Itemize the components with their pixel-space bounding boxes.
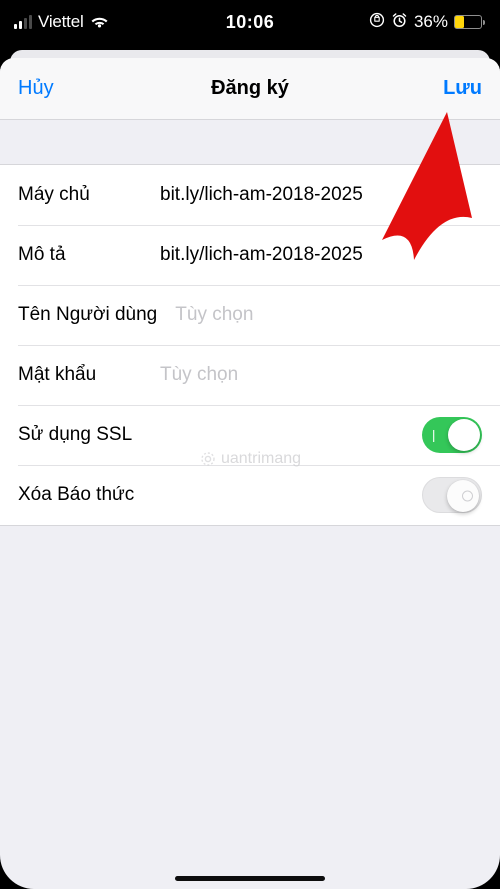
orientation-lock-icon [369, 12, 385, 33]
alarm-icon [391, 12, 408, 33]
section-gap [0, 120, 500, 164]
cancel-button[interactable]: Hủy [18, 77, 78, 100]
label-server: Máy chủ [18, 184, 160, 206]
wifi-icon [90, 15, 109, 29]
row-remove-alarms: Xóa Báo thức [0, 465, 500, 525]
row-username: Tên Người dùng [0, 285, 500, 345]
battery-icon [454, 15, 482, 29]
navbar: Hủy Đăng ký Lưu [0, 58, 500, 120]
battery-level [455, 16, 464, 28]
label-description: Mô tả [18, 244, 160, 266]
switch-knob [448, 419, 480, 451]
label-remove-alarms: Xóa Báo thức [18, 484, 134, 506]
switch-knob [447, 480, 479, 512]
signal-icon [14, 15, 32, 29]
row-use-ssl: Sử dụng SSL | [0, 405, 500, 465]
row-description: Mô tả [0, 225, 500, 285]
input-username[interactable] [175, 304, 482, 326]
save-button[interactable]: Lưu [422, 77, 482, 100]
label-use-ssl: Sử dụng SSL [18, 424, 132, 446]
device-frame: Viettel 36% 10:06 Hủy Đăng ký Lưu [0, 0, 500, 889]
status-bar: Viettel 36% 10:06 [0, 0, 500, 44]
toggle-remove-alarms[interactable] [422, 477, 482, 513]
input-server[interactable] [160, 184, 482, 206]
status-right: 36% [369, 12, 482, 33]
input-password[interactable] [160, 364, 482, 386]
carrier-label: Viettel [38, 12, 84, 32]
label-username: Tên Người dùng [18, 304, 157, 326]
battery-percent-label: 36% [414, 12, 448, 32]
input-description[interactable] [160, 244, 482, 266]
row-password: Mật khẩu [0, 345, 500, 405]
row-server: Máy chủ [0, 165, 500, 225]
status-left: Viettel [14, 12, 109, 32]
home-indicator[interactable] [175, 876, 325, 881]
settings-list: Máy chủ Mô tả Tên Người dùng Mật khẩu Sử… [0, 164, 500, 526]
label-password: Mật khẩu [18, 364, 160, 386]
toggle-use-ssl[interactable]: | [422, 417, 482, 453]
modal-sheet: Hủy Đăng ký Lưu Máy chủ Mô tả Tên Người … [0, 58, 500, 889]
